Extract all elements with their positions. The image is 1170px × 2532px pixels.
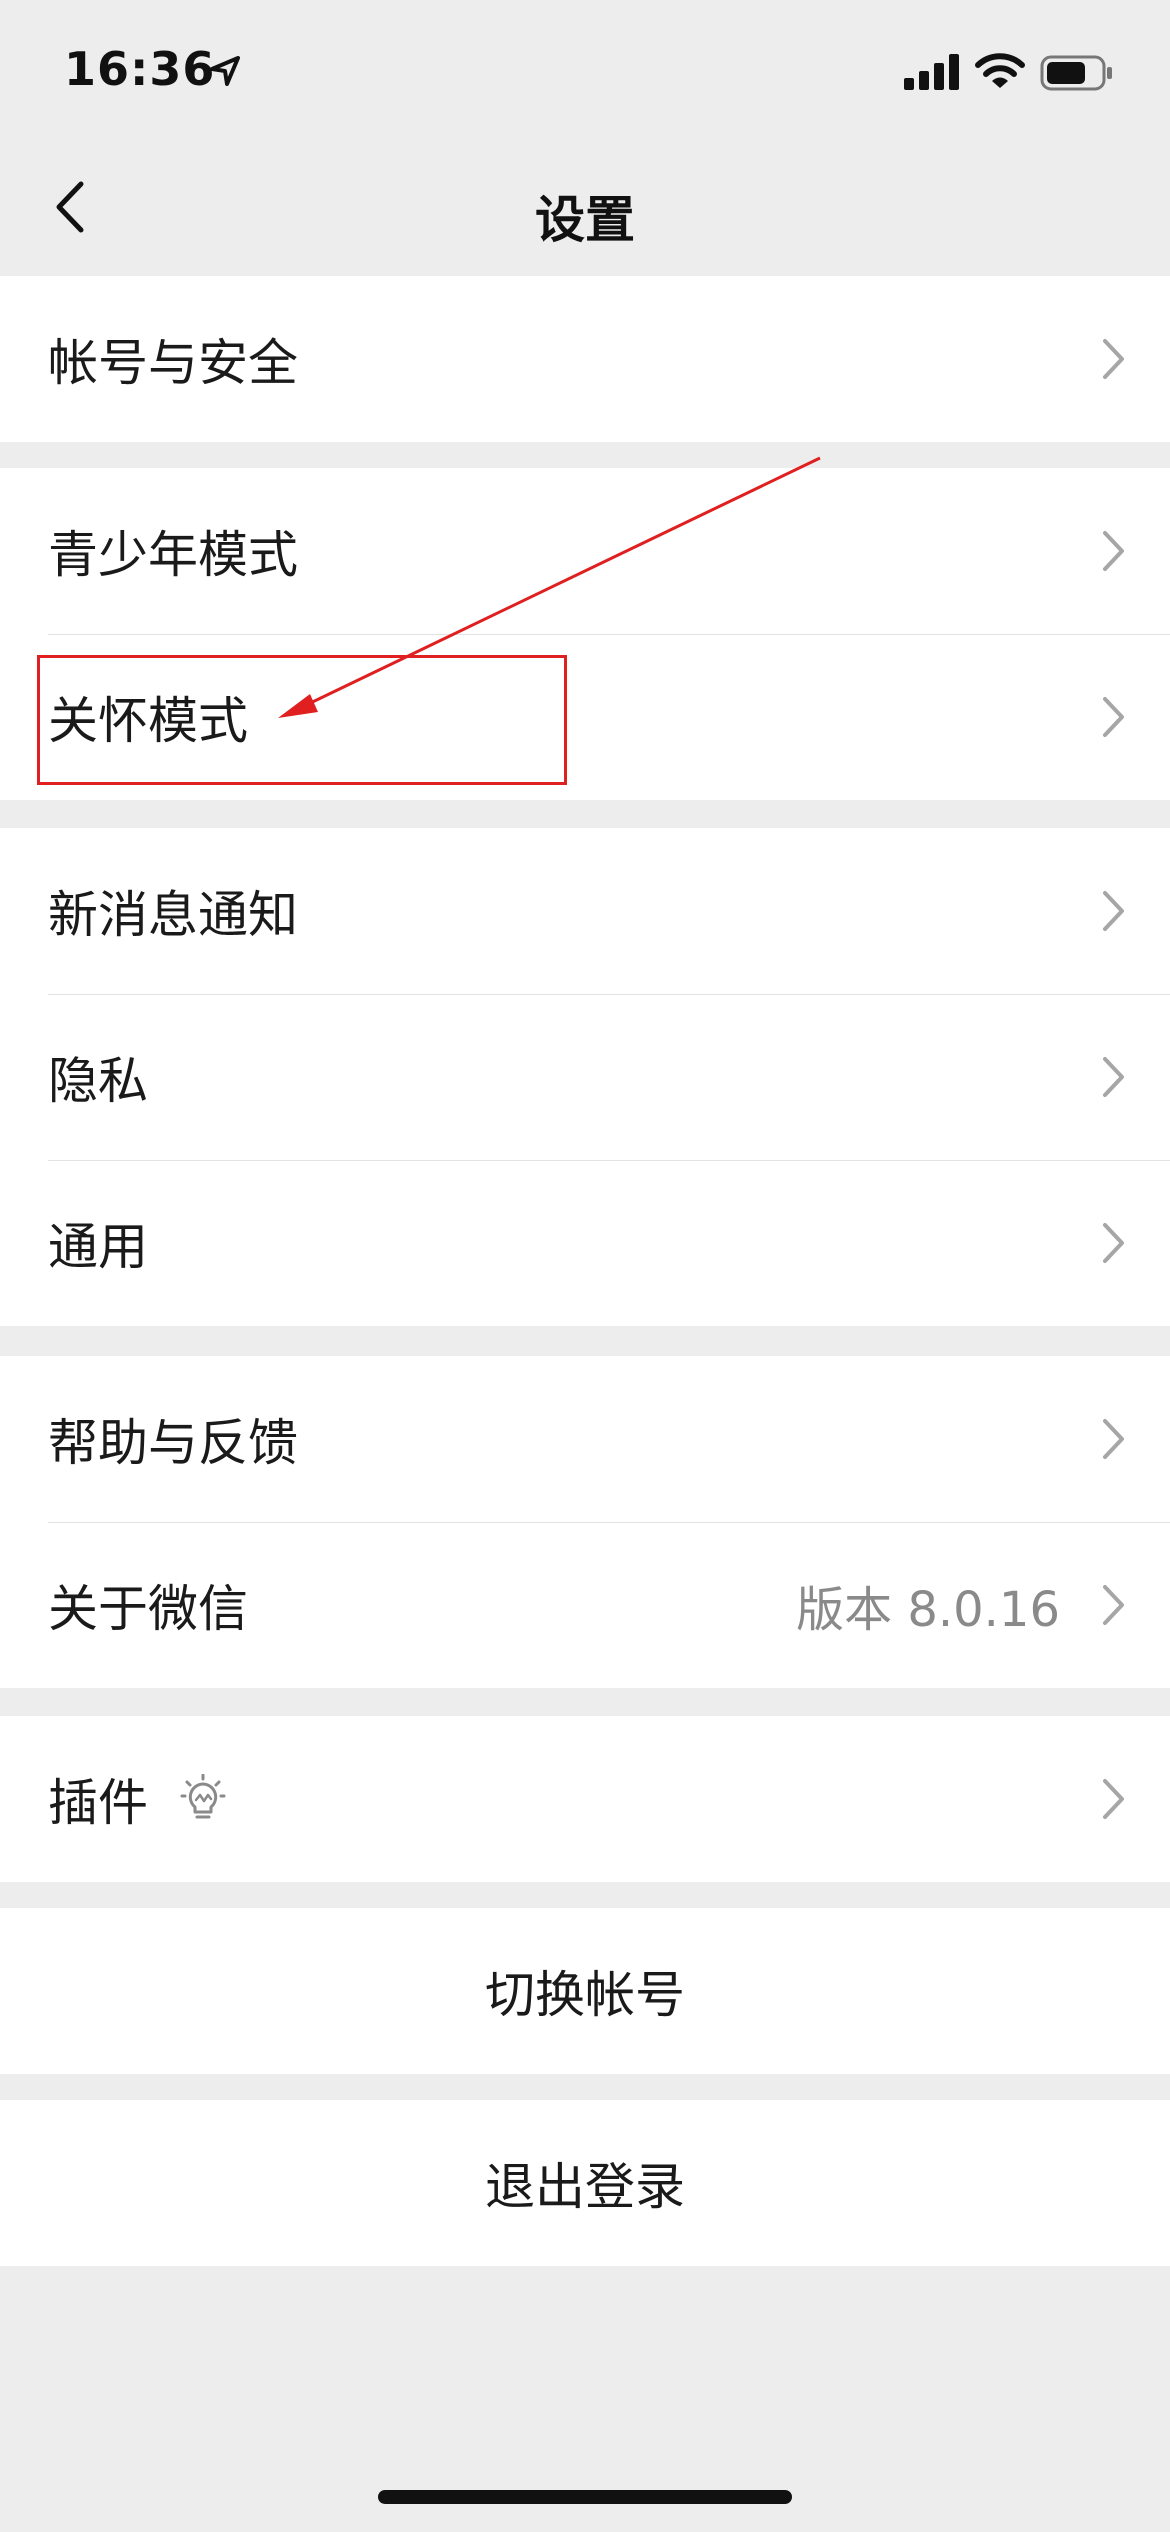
settings-item-label: 关于微信	[48, 1580, 248, 1638]
logout-label: 退出登录	[485, 2158, 685, 2216]
settings-item-teen-mode[interactable]: 青少年模式	[0, 468, 1170, 634]
wifi-icon	[975, 52, 1025, 94]
lightbulb-icon	[180, 1773, 226, 1830]
settings-item-label: 帐号与安全	[48, 334, 298, 392]
settings-group-account: 帐号与安全	[0, 276, 1170, 442]
version-value: 版本 8.0.16	[796, 1582, 1060, 1638]
location-arrow-icon	[208, 54, 242, 92]
chevron-right-icon	[1102, 530, 1126, 576]
home-indicator	[378, 2490, 792, 2504]
settings-item-help-feedback[interactable]: 帮助与反馈	[0, 1356, 1170, 1522]
settings-item-label: 插件	[48, 1774, 148, 1832]
chevron-right-icon	[1102, 890, 1126, 936]
chevron-right-icon	[1102, 1778, 1126, 1824]
logout-group: 退出登录	[0, 2100, 1170, 2266]
chevron-right-icon	[1102, 338, 1126, 384]
switch-account-button[interactable]: 切换帐号	[0, 1908, 1170, 2074]
switch-account-group: 切换帐号	[0, 1908, 1170, 2074]
nav-bar: 设置	[0, 150, 1170, 276]
settings-group-general: 新消息通知 隐私 通用	[0, 828, 1170, 1326]
settings-item-notifications[interactable]: 新消息通知	[0, 828, 1170, 994]
settings-group-about: 帮助与反馈 关于微信 版本 8.0.16	[0, 1356, 1170, 1688]
status-bar: 16:36	[0, 0, 1170, 150]
chevron-right-icon	[1102, 1584, 1126, 1630]
switch-account-label: 切换帐号	[485, 1966, 685, 2024]
cellular-signal-icon	[904, 54, 960, 94]
settings-group-plugins: 插件	[0, 1716, 1170, 1882]
settings-item-plugins[interactable]: 插件	[0, 1716, 1170, 1882]
settings-item-privacy[interactable]: 隐私	[0, 994, 1170, 1160]
settings-item-label: 隐私	[48, 1052, 148, 1110]
settings-item-label: 帮助与反馈	[48, 1414, 298, 1472]
settings-item-label: 新消息通知	[48, 886, 298, 944]
settings-item-general[interactable]: 通用	[0, 1160, 1170, 1326]
settings-item-label: 青少年模式	[48, 526, 298, 584]
settings-item-label: 通用	[48, 1218, 148, 1276]
settings-item-account-security[interactable]: 帐号与安全	[0, 276, 1170, 442]
chevron-right-icon	[1102, 696, 1126, 742]
chevron-right-icon	[1102, 1418, 1126, 1464]
settings-item-about-wechat[interactable]: 关于微信 版本 8.0.16	[0, 1522, 1170, 1688]
chevron-right-icon	[1102, 1056, 1126, 1102]
page-title: 设置	[535, 191, 635, 249]
annotation-highlight-box	[37, 655, 567, 785]
chevron-right-icon	[1102, 1222, 1126, 1268]
status-time: 16:36	[64, 42, 216, 96]
logout-button[interactable]: 退出登录	[0, 2100, 1170, 2266]
battery-icon	[1040, 55, 1114, 95]
